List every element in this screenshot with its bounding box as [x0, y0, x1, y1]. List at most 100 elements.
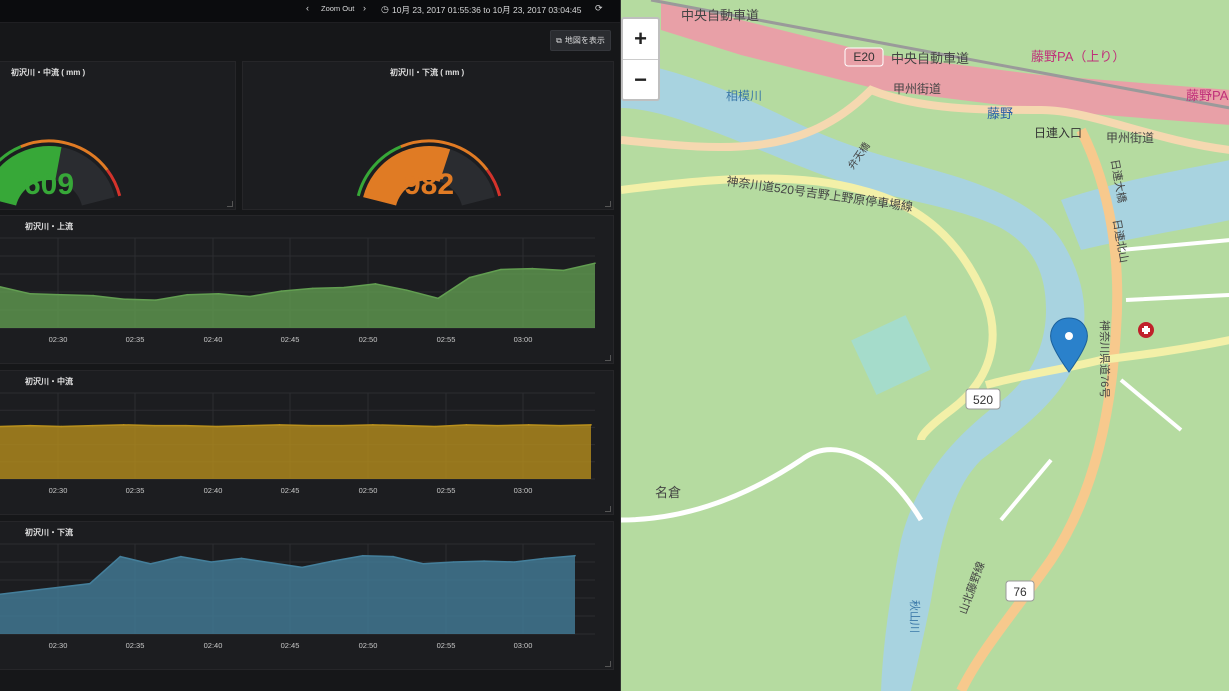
- data-point: [531, 267, 534, 270]
- data-point: [361, 554, 364, 557]
- kanagawa-76-label: 神奈川県道76号: [1098, 320, 1112, 398]
- data-point: [392, 555, 394, 558]
- x-tick-label: 02:45: [281, 641, 300, 650]
- show-map-label: 地図を表示: [564, 36, 605, 45]
- x-tick-label: 03:00: [514, 486, 533, 495]
- data-point: [452, 561, 455, 563]
- x-tick-label: 03:00: [514, 335, 533, 344]
- x-tick-label: 02:55: [437, 486, 456, 495]
- external-link-icon: ⧉: [556, 35, 562, 45]
- data-point: [343, 286, 345, 289]
- data-point: [58, 586, 61, 588]
- x-tick-label: 02:55: [437, 335, 456, 344]
- data-point: [60, 425, 63, 428]
- data-point: [372, 424, 374, 426]
- data-point: [594, 262, 596, 264]
- akiyamagawa-label: 秋山川: [908, 600, 922, 633]
- data-point: [278, 424, 281, 426]
- clock-icon[interactable]: ◷: [381, 4, 389, 15]
- area-chart: 02:30 02:35 02:40 02:45 02:50 02:55 03:00: [0, 543, 595, 650]
- resize-handle[interactable]: [605, 661, 611, 667]
- data-point: [374, 283, 377, 285]
- zoom-control: + −: [621, 17, 660, 101]
- data-point: [543, 557, 546, 560]
- map-view[interactable]: E20 520 76 中央自動車道 中央自動車道 藤野PA（上り） 藤野PA 甲…: [620, 0, 1229, 691]
- gauge-panel-downstream: 初沢川・下流 ( mm ) 982: [242, 61, 614, 210]
- koshu-kaido-label-2: 甲州街道: [1106, 131, 1154, 145]
- data-point: [29, 424, 31, 427]
- zoom-out-button[interactable]: Zoom Out: [321, 4, 354, 13]
- resize-handle[interactable]: [605, 201, 611, 207]
- data-point: [280, 290, 283, 292]
- graph-panel-midstream: 初沢川・中流 02:30 02:35 02:40 02:45 02:50 02:55 03:…: [0, 370, 614, 515]
- data-point: [89, 582, 91, 585]
- data-point: [149, 563, 152, 565]
- x-tick-label: 02:50: [359, 486, 378, 495]
- x-tick-label: 02:40: [204, 641, 223, 650]
- data-point: [217, 293, 220, 295]
- refresh-icon[interactable]: ⟳: [595, 3, 603, 14]
- expressway-label: 中央自動車道: [681, 8, 759, 23]
- e20-label: E20: [853, 50, 875, 64]
- data-point: [437, 297, 439, 300]
- data-point: [123, 298, 126, 300]
- gauge-value-text: 982: [404, 168, 454, 201]
- data-point: [29, 293, 32, 295]
- sagamigawa-label: 相模川: [726, 89, 762, 103]
- data-point: [92, 294, 94, 297]
- resize-handle[interactable]: [605, 355, 611, 361]
- x-tick-label: 02:50: [359, 641, 378, 650]
- x-tick-label: 02:55: [437, 641, 456, 650]
- data-point: [28, 590, 31, 592]
- time-range-picker[interactable]: 10月 23, 2017 01:55:36 to 10月 23, 2017 03…: [392, 4, 582, 16]
- data-point: [60, 293, 63, 296]
- chevron-left-icon[interactable]: ‹: [306, 3, 309, 13]
- data-point: [574, 554, 576, 557]
- chevron-right-icon[interactable]: ›: [363, 3, 366, 13]
- data-point: [186, 293, 189, 296]
- nagura-label: 名倉: [655, 485, 681, 500]
- data-point: [590, 424, 592, 426]
- fujino-pa-label: 藤野PA（上り）: [1031, 49, 1125, 64]
- data-point: [403, 424, 405, 427]
- data-point: [249, 295, 251, 298]
- data-point: [422, 563, 425, 565]
- x-tick-label: 02:30: [49, 641, 68, 650]
- data-point: [434, 425, 437, 428]
- graph-panel-upstream: 初沢川・上流 02:30 02:35 02:40 02:45 02:50 02:55 03:…: [0, 215, 614, 364]
- show-map-button[interactable]: ⧉ 地図を表示: [550, 30, 611, 51]
- data-point: [119, 555, 122, 558]
- dashboard: ‹ Zoom Out › ◷ 10月 23, 2017 01:55:36 to …: [0, 0, 620, 691]
- route-520-number: 520: [973, 393, 993, 407]
- area-chart: 02:30 02:35 02:40 02:45 02:50 02:55 03:00: [0, 392, 595, 495]
- data-point: [122, 424, 125, 426]
- gauge-panel-midstream: 初沢川・中流 ( mm ) 609: [0, 61, 236, 210]
- data-point: [340, 424, 343, 427]
- map-zoom-in-button[interactable]: +: [623, 19, 658, 60]
- data-point: [271, 562, 273, 564]
- data-point: [483, 560, 485, 562]
- data-point: [153, 424, 156, 427]
- x-tick-label: 02:35: [126, 486, 145, 495]
- data-point: [331, 560, 334, 562]
- data-point: [301, 566, 303, 569]
- x-tick-label: 02:30: [49, 335, 68, 344]
- gauge-chart: 609: [0, 139, 122, 207]
- data-point: [527, 424, 530, 426]
- resize-handle[interactable]: [605, 506, 611, 512]
- data-point: [91, 424, 94, 427]
- graph-panel-downstream: 初沢川・下流 02:30 02:35 02:40 02:45 02:50 02:55 03:…: [0, 521, 614, 670]
- data-point: [216, 425, 218, 428]
- x-tick-label: 02:40: [204, 486, 223, 495]
- data-point: [309, 424, 312, 427]
- data-point: [247, 424, 250, 427]
- koshu-kaido-label: 甲州街道: [893, 82, 941, 96]
- data-point: [465, 424, 468, 426]
- data-point: [185, 424, 187, 427]
- map-zoom-out-button[interactable]: −: [623, 60, 658, 100]
- resize-handle[interactable]: [227, 201, 233, 207]
- data-point: [311, 287, 314, 290]
- data-point: [155, 299, 157, 301]
- map-canvas[interactable]: E20 520 76 中央自動車道 中央自動車道 藤野PA（上り） 藤野PA 甲…: [621, 0, 1229, 691]
- x-tick-label: 03:00: [514, 641, 533, 650]
